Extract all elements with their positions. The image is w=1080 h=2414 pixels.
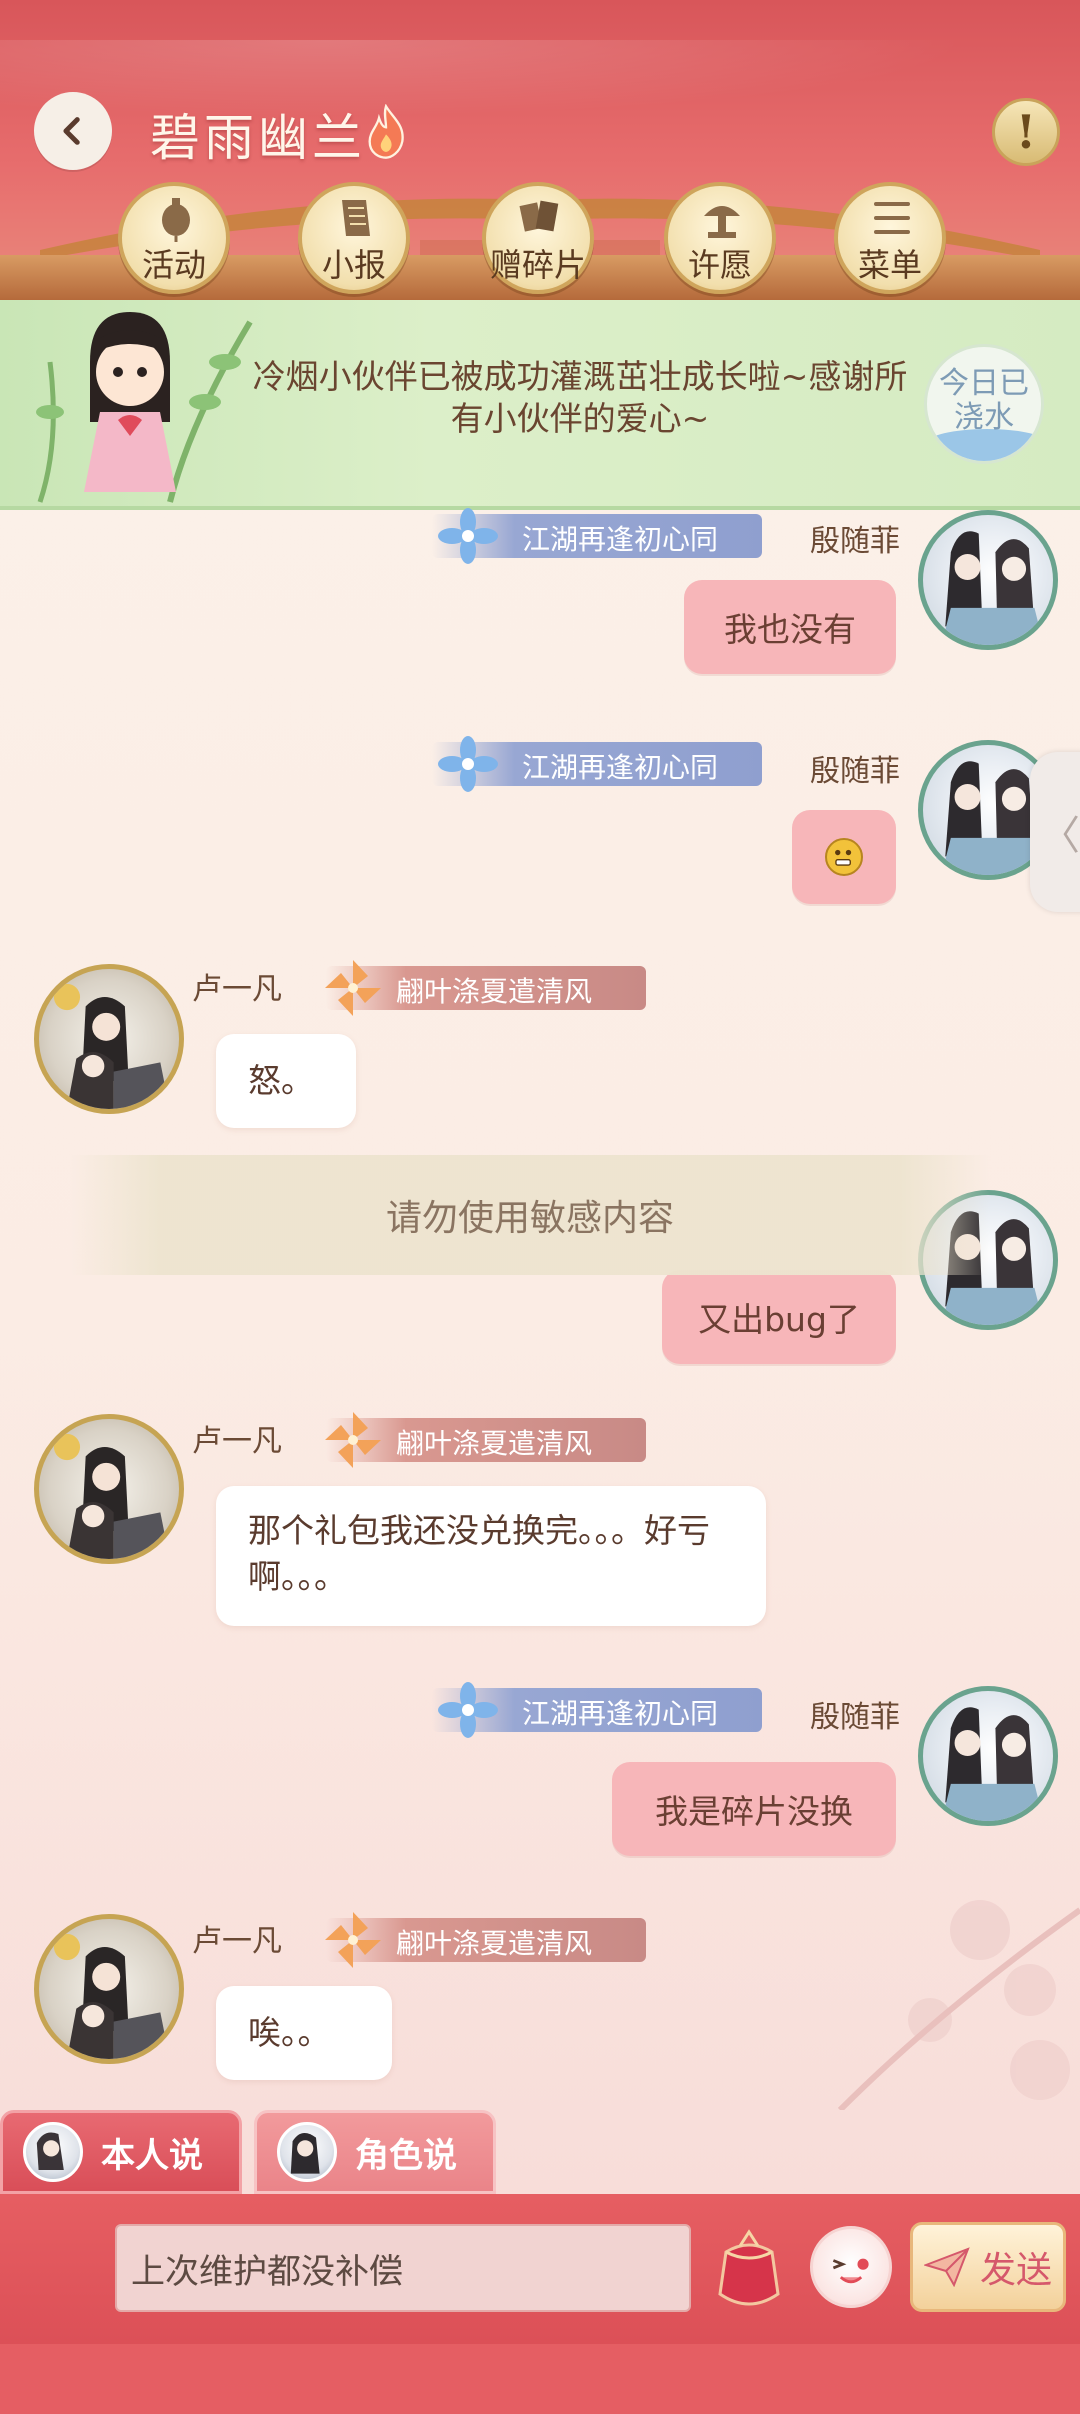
side-panel-tab[interactable]: 〈 xyxy=(1030,752,1080,912)
nav-label: 菜单 xyxy=(857,246,922,284)
emoji-button[interactable] xyxy=(810,2226,892,2308)
blue-flower-icon xyxy=(438,1682,498,1738)
chat-title: 碧雨幽兰 xyxy=(150,109,366,167)
speak-as-role-tab[interactable]: 角色说 xyxy=(254,2110,496,2194)
flame-icon xyxy=(368,104,404,159)
watered-today-badge[interactable]: 今日已浇水 xyxy=(924,344,1044,464)
nav-wish-button[interactable]: 许愿 xyxy=(664,182,776,294)
title-tag-text: 翩叶涤夏遣清风 xyxy=(396,1927,593,1960)
avatar[interactable] xyxy=(918,1686,1058,1826)
title-tag-text: 翩叶涤夏遣清风 xyxy=(396,975,593,1008)
nav-label: 小报 xyxy=(321,246,386,284)
fragment-icon xyxy=(519,200,559,232)
paper-plane-icon xyxy=(923,2247,970,2287)
couple-portrait-icon xyxy=(941,531,1044,645)
nav-gift-fragments-button[interactable]: 赠碎片 xyxy=(482,182,594,294)
alert-button[interactable]: ! xyxy=(992,98,1060,166)
watering-banner[interactable]: 冷烟小伙伴已被成功灌溉茁壮成长啦~感谢所有小伙伴的爱心~ 今日已浇水 xyxy=(0,300,1080,510)
title-tag-text: 江湖再逢初心同 xyxy=(522,751,719,784)
sender-name: 殷随菲 xyxy=(810,1700,900,1735)
sender-name: 卢一凡 xyxy=(192,1924,282,1959)
message-bubble[interactable] xyxy=(792,810,896,904)
mascot-girl-illustration xyxy=(36,312,253,503)
fountain-icon xyxy=(704,206,740,238)
message-bubble[interactable]: 又出bug了 xyxy=(662,1270,896,1364)
avatar[interactable] xyxy=(34,964,184,1114)
lantern-icon xyxy=(162,198,190,242)
message-bubble[interactable]: 我也没有 xyxy=(684,580,896,674)
title-tag: 江湖再逢初心同 xyxy=(432,736,762,792)
title-tag: 翩叶涤夏遣清风 xyxy=(325,1912,646,1968)
send-button[interactable]: 发送 xyxy=(910,2222,1066,2312)
self-avatar xyxy=(23,2122,83,2182)
title-tag: 翩叶涤夏遣清风 xyxy=(325,960,646,1016)
menu-icon xyxy=(874,202,910,234)
role-avatar xyxy=(277,2122,337,2182)
header: 碧雨幽兰 ! 活动 小报 赠碎片 许愿 菜单 xyxy=(0,0,1080,300)
sender-name: 殷随菲 xyxy=(810,524,900,559)
message-bubble[interactable]: 那个礼包我还没兑换完。。。好亏啊。。。 xyxy=(216,1486,766,1626)
nav-news-button[interactable]: 小报 xyxy=(298,182,410,294)
scroll-icon xyxy=(342,200,370,236)
mode-label: 本人说 xyxy=(101,2135,203,2176)
red-envelope-pouch-icon[interactable] xyxy=(706,2224,792,2312)
composer-bar: 发送 xyxy=(0,2194,1080,2344)
blossom-decoration xyxy=(837,1900,1080,2110)
couple-portrait-icon xyxy=(53,1433,170,1559)
badge-label: 今日已浇水 xyxy=(939,366,1029,435)
nav-activity-button[interactable]: 活动 xyxy=(118,182,230,294)
couple-portrait-icon xyxy=(53,983,170,1109)
sender-name: 殷随菲 xyxy=(810,754,900,789)
message-bubble[interactable]: 唉。。 xyxy=(216,1986,392,2080)
person-portrait-icon xyxy=(36,2132,64,2170)
title-tag: 翩叶涤夏遣清风 xyxy=(325,1412,646,1468)
nav-bar: 活动 小报 赠碎片 许愿 菜单 xyxy=(0,182,1080,294)
bottom-strip xyxy=(0,2344,1080,2414)
mode-label: 角色说 xyxy=(355,2135,457,2176)
pinwheel-flower-icon xyxy=(325,1912,381,1968)
grimace-emoji-icon xyxy=(825,838,863,876)
pinwheel-flower-icon xyxy=(325,960,381,1016)
chevron-left-icon xyxy=(63,117,80,145)
title-tag: 江湖再逢初心同 xyxy=(432,1682,762,1738)
sender-name: 卢一凡 xyxy=(192,1424,282,1459)
person-portrait-icon xyxy=(290,2132,320,2174)
nav-label: 赠碎片 xyxy=(489,246,586,284)
nav-label: 活动 xyxy=(141,246,206,284)
avatar[interactable] xyxy=(34,1914,184,2064)
nav-menu-button[interactable]: 菜单 xyxy=(834,182,946,294)
chat-area[interactable]: 江湖再逢初心同 殷随菲 我也没有 江湖再逢初心同 殷随菲 卢一凡 翩叶涤夏遣清风… xyxy=(0,508,1080,2110)
smiley-face-icon xyxy=(832,2258,869,2284)
pinwheel-flower-icon xyxy=(325,1412,381,1468)
title-tag-text: 翩叶涤夏遣清风 xyxy=(396,1427,593,1460)
avatar[interactable] xyxy=(918,510,1058,650)
warning-toast: 请勿使用敏感内容 xyxy=(70,1155,990,1275)
back-button[interactable] xyxy=(34,92,112,170)
title-tag: 江湖再逢初心同 xyxy=(432,508,762,564)
message-bubble[interactable]: 我是碎片没换 xyxy=(612,1762,896,1856)
couple-portrait-icon xyxy=(941,1707,1044,1821)
send-label: 发送 xyxy=(979,2250,1052,2291)
sender-name: 卢一凡 xyxy=(192,972,282,1007)
banner-message: 冷烟小伙伴已被成功灌溉茁壮成长啦~感谢所有小伙伴的爱心~ xyxy=(252,357,908,438)
avatar[interactable] xyxy=(34,1414,184,1564)
blue-flower-icon xyxy=(438,508,498,564)
speak-as-self-tab[interactable]: 本人说 xyxy=(0,2110,242,2194)
title-tag-text: 江湖再逢初心同 xyxy=(522,1697,719,1730)
couple-portrait-icon xyxy=(53,1933,170,2059)
blue-flower-icon xyxy=(438,736,498,792)
nav-label: 许愿 xyxy=(687,246,752,284)
title-tag-text: 江湖再逢初心同 xyxy=(522,523,719,556)
message-bubble[interactable]: 怒。 xyxy=(216,1034,356,1128)
message-input[interactable] xyxy=(115,2224,691,2312)
